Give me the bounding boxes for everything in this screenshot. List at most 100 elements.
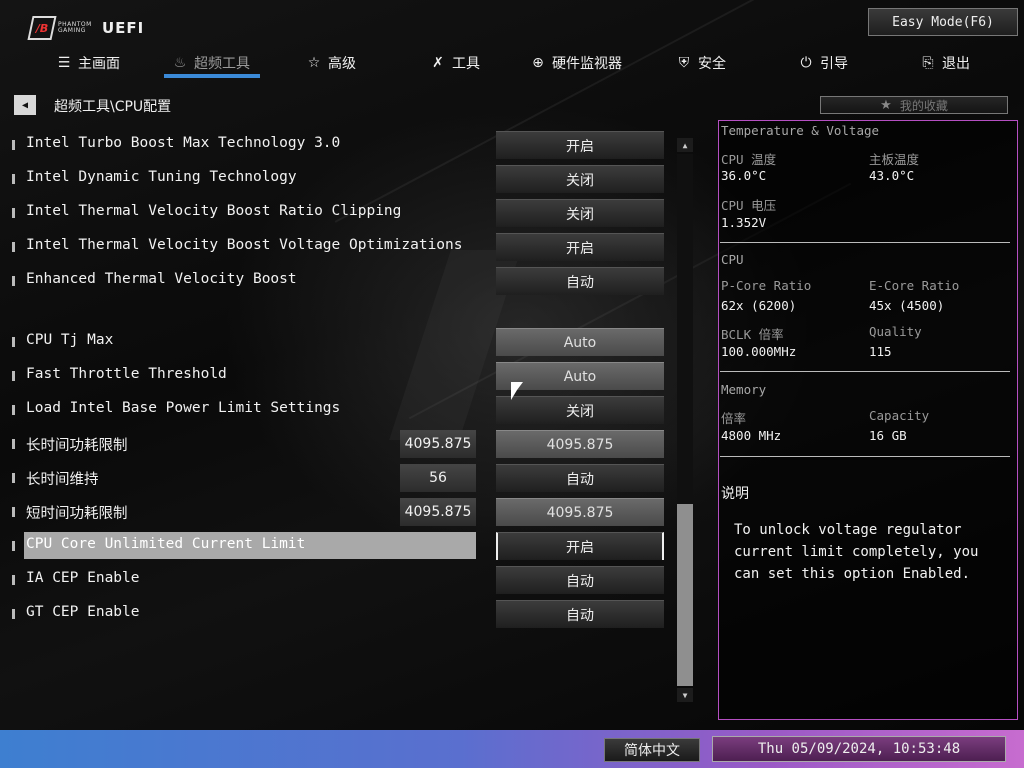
setting-label: 长时间功耗限制 xyxy=(26,438,128,454)
mb-temp-value: 43.0°C xyxy=(869,168,915,183)
mouse-cursor-icon xyxy=(511,382,523,400)
cpu-volt-label: CPU 电压 xyxy=(721,198,777,213)
setting-label: Fast Throttle Threshold xyxy=(26,366,227,382)
flame-icon: ♨ xyxy=(173,55,187,71)
ecore-value: 45x (4500) xyxy=(869,298,945,313)
tab-label: 安全 xyxy=(698,56,726,72)
mem-rate-label: 倍率 xyxy=(721,411,747,426)
setting-value-button[interactable]: 自动 xyxy=(496,267,664,295)
logo-uefi-text: UEFI xyxy=(102,19,145,37)
row-marker xyxy=(12,609,15,619)
datetime-display: Thu 05/09/2024, 10:53:48 xyxy=(712,736,1006,762)
info-panel: Temperature & Voltage CPU 温度 36.0°C 主板温度… xyxy=(718,120,1018,720)
setting-row[interactable]: 长时间功耗限制 4095.875 4095.875 xyxy=(0,429,680,459)
tab-advanced[interactable]: ☆ 高级 xyxy=(306,48,356,78)
tools-icon: ✗ xyxy=(432,55,444,71)
setting-value-button[interactable]: 开启 xyxy=(496,131,664,159)
cpu-temp-label: CPU 温度 xyxy=(721,152,777,167)
back-button[interactable]: ◀ xyxy=(14,95,36,115)
setting-label: Intel Thermal Velocity Boost Ratio Clipp… xyxy=(26,203,402,219)
setting-value-button[interactable]: 关闭 xyxy=(496,396,664,424)
description-title: 说明 xyxy=(721,486,749,502)
setting-value-button[interactable]: 开启 xyxy=(496,233,664,261)
list-icon: ☰ xyxy=(57,55,71,71)
tab-label: 主画面 xyxy=(78,56,120,72)
pcore-value: 62x (6200) xyxy=(721,298,797,313)
triangle-down-icon: ▼ xyxy=(682,690,688,700)
panel-divider xyxy=(720,456,1010,457)
tab-security[interactable]: ⛨ 安全 xyxy=(676,48,726,78)
scroll-down-button[interactable]: ▼ xyxy=(677,688,693,702)
bclk-value: 100.000MHz xyxy=(721,344,797,359)
setting-value-button[interactable]: 自动 xyxy=(496,464,664,492)
mem-rate-value: 4800 MHz xyxy=(721,428,782,443)
setting-row[interactable]: Intel Turbo Boost Max Technology 3.0 开启 xyxy=(0,130,680,160)
quality-value: 115 xyxy=(869,344,892,359)
row-marker xyxy=(12,208,15,218)
setting-row-selected[interactable]: CPU Core Unlimited Current Limit 开启 xyxy=(0,531,680,561)
setting-value-button[interactable]: 关闭 xyxy=(496,199,664,227)
active-tab-indicator xyxy=(164,74,260,78)
favorites-button[interactable]: ★ 我的收藏 xyxy=(820,96,1008,114)
setting-value-input[interactable]: 4095.875 xyxy=(496,430,664,458)
tab-label: 超频工具 xyxy=(194,56,250,72)
tv-section-title: Temperature & Voltage xyxy=(721,123,880,138)
row-marker xyxy=(12,174,15,184)
memory-section-title: Memory xyxy=(721,382,767,397)
setting-value-button[interactable]: Auto xyxy=(496,328,664,356)
setting-row[interactable]: 短时间功耗限制 4095.875 4095.875 xyxy=(0,497,680,527)
brand-logo: /B PHANTOM GAMING UEFI xyxy=(27,16,145,40)
shield-icon: ⛨ xyxy=(678,55,690,71)
setting-label: CPU Tj Max xyxy=(26,332,114,348)
setting-row[interactable]: Load Intel Base Power Limit Settings 关闭 xyxy=(0,395,680,425)
setting-current-value: 4095.875 xyxy=(400,430,476,458)
setting-label: 短时间功耗限制 xyxy=(26,506,128,522)
setting-row[interactable]: Fast Throttle Threshold Auto xyxy=(0,361,680,391)
setting-value-button[interactable]: 开启 xyxy=(496,532,664,560)
language-button[interactable]: 简体中文 xyxy=(604,738,700,762)
logo-small-text: PHANTOM GAMING xyxy=(58,21,92,34)
tab-hw-monitor[interactable]: ⊕ 硬件监视器 xyxy=(530,48,622,78)
tab-main[interactable]: ☰ 主画面 xyxy=(56,48,120,78)
setting-label: Intel Dynamic Tuning Technology xyxy=(26,169,297,185)
row-marker xyxy=(12,276,15,286)
panel-divider xyxy=(720,242,1010,243)
cpu-temp-value: 36.0°C xyxy=(721,168,767,183)
setting-value-button[interactable]: 自动 xyxy=(496,600,664,628)
scrollbar-thumb[interactable] xyxy=(677,504,693,686)
setting-label: Intel Thermal Velocity Boost Voltage Opt… xyxy=(26,237,463,253)
star-icon: ★ xyxy=(880,97,892,113)
setting-label: GT CEP Enable xyxy=(26,604,140,620)
tab-exit[interactable]: ⎘ 退出 xyxy=(920,48,970,78)
breadcrumb: 超频工具\CPU配置 xyxy=(54,99,172,115)
tab-label: 引导 xyxy=(820,56,848,72)
setting-label: Enhanced Thermal Velocity Boost xyxy=(26,271,297,287)
tab-label: 工具 xyxy=(452,56,480,72)
setting-value-button[interactable]: 关闭 xyxy=(496,165,664,193)
brand-badge-icon: /B xyxy=(27,16,57,40)
back-arrow-icon: ◀ xyxy=(21,99,29,111)
setting-row[interactable]: 长时间维持 56 自动 xyxy=(0,463,680,493)
tab-boot[interactable]: ⏻ 引导 xyxy=(798,48,848,78)
capacity-label: Capacity xyxy=(869,408,930,423)
row-marker xyxy=(12,337,15,347)
setting-row[interactable]: Intel Thermal Velocity Boost Ratio Clipp… xyxy=(0,198,680,228)
setting-value-button[interactable]: 自动 xyxy=(496,566,664,594)
scroll-up-button[interactable]: ▲ xyxy=(677,138,693,152)
setting-row[interactable]: Intel Thermal Velocity Boost Voltage Opt… xyxy=(0,232,680,262)
setting-row[interactable]: IA CEP Enable 自动 xyxy=(0,565,680,595)
setting-row[interactable]: Enhanced Thermal Velocity Boost 自动 xyxy=(0,266,680,296)
easy-mode-button[interactable]: Easy Mode(F6) xyxy=(868,8,1018,36)
mb-temp-label: 主板温度 xyxy=(869,152,920,167)
tab-tools[interactable]: ✗ 工具 xyxy=(430,48,480,78)
tab-label: 硬件监视器 xyxy=(552,56,622,72)
setting-row[interactable]: GT CEP Enable 自动 xyxy=(0,599,680,629)
quality-label: Quality xyxy=(869,324,922,339)
setting-row[interactable]: CPU Tj Max Auto xyxy=(0,327,680,357)
setting-value-input[interactable]: 4095.875 xyxy=(496,498,664,526)
crosshair-icon: ⊕ xyxy=(532,55,544,71)
setting-current-value: 56 xyxy=(400,464,476,492)
cpu-volt-value: 1.352V xyxy=(721,215,767,230)
row-marker xyxy=(12,140,15,150)
setting-row[interactable]: Intel Dynamic Tuning Technology 关闭 xyxy=(0,164,680,194)
